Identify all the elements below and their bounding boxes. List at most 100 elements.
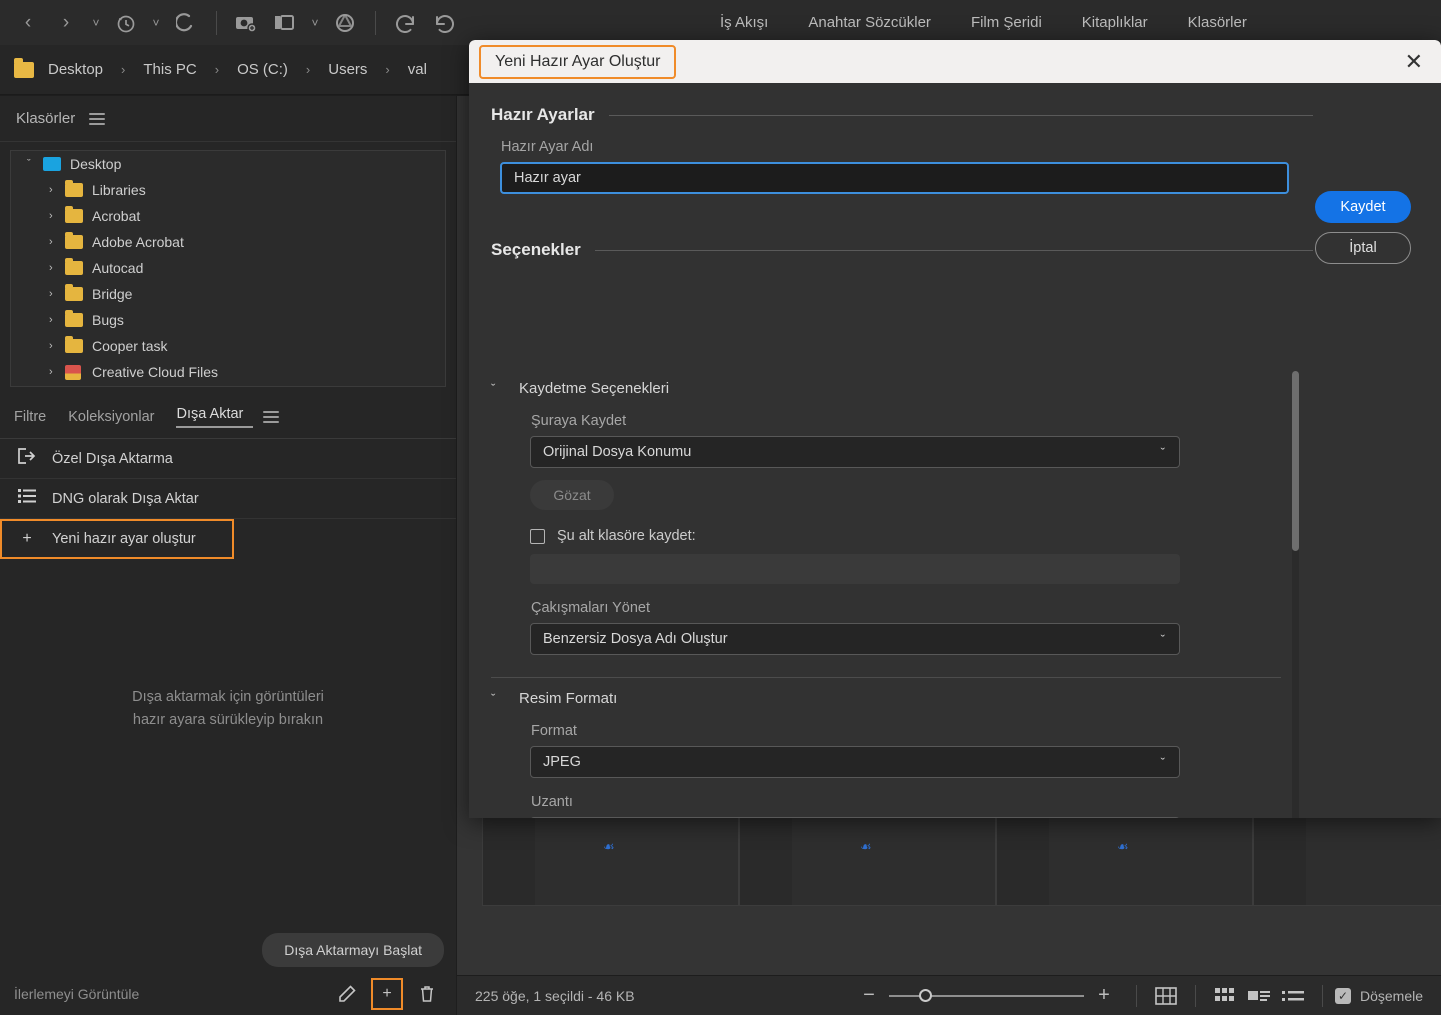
chevron-right-icon-4: ›	[385, 62, 390, 77]
thumb-mark-2: ☙	[860, 839, 872, 854]
chevron-down-icon: ˇ	[1160, 631, 1165, 647]
export-panel-menu-icon[interactable]	[263, 410, 280, 423]
dropzone-line-1: Dışa aktarmak için görüntüleri	[132, 688, 324, 705]
chevron-right-icon-2: ›	[214, 62, 220, 77]
statusbar-divider-2	[1194, 984, 1196, 1007]
tab-filtre[interactable]: Filtre	[14, 409, 68, 425]
history-dropdown-icon[interactable]: ˅	[86, 5, 106, 41]
export-item-ozel-disa-aktarma[interactable]: Özel Dışa Aktarma	[0, 439, 456, 479]
forward-icon[interactable]: ›	[48, 5, 84, 41]
edit-pencil-icon[interactable]	[332, 979, 362, 1009]
tab-anahtar-sozcukler[interactable]: Anahtar Sözcükler	[788, 0, 951, 45]
rotate-ccw-icon[interactable]	[388, 5, 424, 41]
scrollbar-thumb[interactable]	[1292, 371, 1299, 551]
tree-item-desktop[interactable]: ˇ Desktop	[11, 151, 445, 177]
breadcrumb-item-this-pc[interactable]: This PC	[137, 61, 202, 78]
zoom-out-button[interactable]: −	[849, 984, 889, 1007]
breadcrumb-item-desktop[interactable]: Desktop	[42, 61, 109, 78]
panel-menu-icon[interactable]	[89, 112, 106, 125]
conflicts-value: Benzersiz Dosya Adı Oluştur	[543, 631, 728, 647]
chevron-down-icon[interactable]: ˇ	[491, 381, 505, 396]
tab-is-akisi[interactable]: İş Akışı	[700, 0, 788, 45]
chevron-down-icon[interactable]: ˇ	[491, 691, 505, 706]
subfolder-checkbox-label: Şu alt klasöre kaydet:	[557, 528, 696, 544]
grid-view-icon[interactable]	[1149, 986, 1183, 1005]
save-to-select[interactable]: Orijinal Dosya Konumu ˇ	[530, 436, 1180, 468]
breadcrumb-item-val[interactable]: val	[402, 61, 433, 78]
cancel-button[interactable]: İptal	[1315, 232, 1411, 264]
thumbnail-view-icon[interactable]	[1208, 987, 1242, 1005]
chevron-right-icon[interactable]: ›	[49, 340, 65, 352]
extension-select[interactable]: .jpg ˇ	[530, 817, 1180, 818]
rotate-cw-icon[interactable]	[426, 5, 462, 41]
chevron-right-icon[interactable]: ›	[49, 288, 65, 300]
tree-item-bridge[interactable]: › Bridge	[11, 281, 445, 307]
export-dropzone[interactable]: Dışa aktarmak için görüntüleri hazır aya…	[0, 559, 456, 859]
tree-item-autocad[interactable]: › Autocad	[11, 255, 445, 281]
tree-label: Autocad	[92, 260, 144, 276]
top-toolbar: ‹ › ˅ ˅ ˅ İş Akışı Anahtar Sözcükler Fil…	[0, 0, 1441, 45]
toolbar-divider-2	[375, 10, 376, 35]
recent-history-icon[interactable]	[108, 5, 144, 41]
zoom-slider-knob[interactable]	[918, 988, 932, 1002]
preset-name-input[interactable]: Hazır ayar	[500, 162, 1289, 194]
parent-folder-icon[interactable]	[168, 5, 204, 41]
batch-dropdown-icon[interactable]: ˅	[305, 5, 325, 41]
tab-disa-aktar[interactable]: Dışa Aktar	[176, 406, 254, 428]
zoom-slider[interactable]	[888, 988, 1084, 1002]
statusbar-divider	[1135, 984, 1137, 1007]
chevron-right-icon[interactable]: ›	[49, 314, 65, 326]
chevron-right-icon[interactable]: ›	[49, 210, 65, 222]
delete-trash-icon[interactable]	[412, 979, 442, 1009]
tree-item-creative-cloud-files[interactable]: › Creative Cloud Files	[11, 359, 445, 385]
start-export-button[interactable]: Dışa Aktarmayı Başlat	[262, 933, 444, 967]
presets-section-title: Hazır Ayarlar	[491, 105, 595, 124]
tab-film-seridi[interactable]: Film Şeridi	[951, 0, 1062, 45]
workspace-menu-bar: İş Akışı Anahtar Sözcükler Film Şeridi K…	[700, 0, 1267, 45]
tab-kitapliklar[interactable]: Kitaplıklar	[1062, 0, 1168, 45]
tab-koleksiyonlar[interactable]: Koleksiyonlar	[68, 409, 176, 425]
close-icon[interactable]: ✕	[1405, 50, 1423, 73]
options-scroll-area[interactable]: ˇ Kaydetme Seçenekleri Şuraya Kaydet Ori…	[469, 368, 1441, 818]
chevron-right-icon[interactable]: ›	[49, 366, 65, 378]
tree-item-cooper-task[interactable]: › Cooper task	[11, 333, 445, 359]
aperture-icon[interactable]	[327, 5, 363, 41]
section-divider	[608, 114, 1313, 116]
tiles-checkbox[interactable]: ✓	[1334, 987, 1351, 1004]
browse-button[interactable]: Gözat	[530, 480, 614, 510]
list-view-icon[interactable]	[1276, 988, 1310, 1004]
subfolder-input[interactable]	[530, 554, 1180, 584]
zoom-in-button[interactable]: +	[1084, 984, 1124, 1007]
tree-item-bugs[interactable]: › Bugs	[11, 307, 445, 333]
view-progress-label[interactable]: İlerlemeyi Görüntüle	[14, 986, 322, 1002]
batch-rename-icon[interactable]	[267, 5, 303, 41]
subfolder-checkbox[interactable]	[530, 528, 545, 544]
chevron-right-icon[interactable]: ›	[49, 236, 65, 248]
tab-klasorler[interactable]: Klasörler	[1168, 0, 1267, 45]
details-view-icon[interactable]	[1242, 988, 1276, 1004]
tree-item-adobe-acrobat[interactable]: › Adobe Acrobat	[11, 229, 445, 255]
dialog-body: Hazır Ayarlar Hazır Ayar Adı Hazır ayar …	[469, 105, 1441, 818]
add-preset-icon[interactable]: +	[371, 978, 403, 1010]
breadcrumb-item-os-c[interactable]: OS (C:)	[231, 61, 294, 78]
chevron-right-icon[interactable]: ›	[49, 184, 65, 196]
tree-item-acrobat[interactable]: › Acrobat	[11, 203, 445, 229]
options-scrollbar[interactable]	[1292, 371, 1299, 818]
chevron-right-icon[interactable]: ›	[49, 262, 65, 274]
conflicts-select[interactable]: Benzersiz Dosya Adı Oluştur ˇ	[530, 623, 1180, 655]
zoom-control: − + ✓ Döşemele	[849, 984, 1423, 1007]
status-text: 225 öğe, 1 seçildi - 46 KB	[475, 987, 635, 1004]
camera-raw-icon[interactable]	[229, 5, 265, 41]
back-icon[interactable]: ‹	[10, 5, 46, 41]
export-footer-bar: İlerlemeyi Görüntüle +	[0, 973, 456, 1015]
save-button[interactable]: Kaydet	[1315, 191, 1411, 223]
chevron-down-icon[interactable]: ˇ	[27, 158, 43, 170]
format-select[interactable]: JPEG ˇ	[530, 746, 1180, 778]
left-panel: Klasörler ˇ Desktop › Libraries › Acroba…	[0, 96, 456, 1015]
breadcrumb-item-users[interactable]: Users	[322, 61, 373, 78]
tree-item-libraries[interactable]: › Libraries	[11, 177, 445, 203]
export-item-dng-olarak-disa-aktar[interactable]: DNG olarak Dışa Aktar	[0, 479, 456, 519]
toolbar-divider	[216, 10, 217, 35]
export-item-yeni-hazir-ayar-olustur[interactable]: + Yeni hazır ayar oluştur	[0, 519, 234, 559]
recent-dropdown-icon[interactable]: ˅	[146, 5, 166, 41]
